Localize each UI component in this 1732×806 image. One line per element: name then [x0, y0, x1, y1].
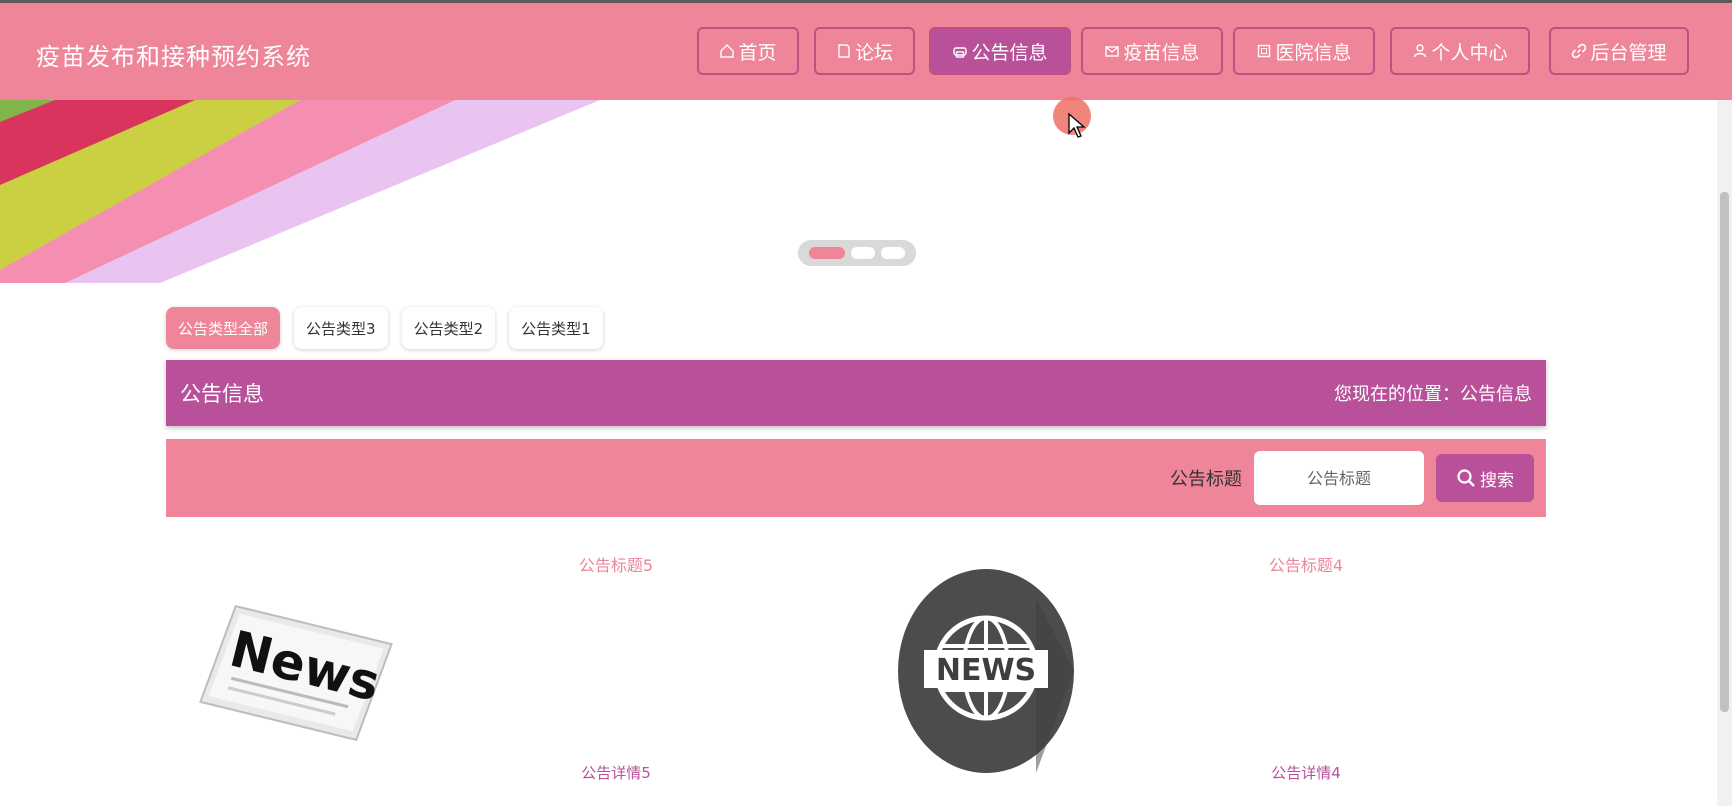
- tab-all-types[interactable]: 公告类型全部: [166, 307, 281, 349]
- link-icon: [1571, 43, 1587, 59]
- page-scrollbar[interactable]: [1717, 100, 1732, 806]
- notice-title[interactable]: 公告标题4: [1126, 552, 1486, 576]
- document-icon: [836, 43, 852, 59]
- nav-home[interactable]: 首页: [697, 27, 799, 75]
- notice-detail-link[interactable]: 公告详情5: [436, 762, 796, 783]
- breadcrumb-current: 公告信息: [1460, 384, 1532, 405]
- category-tabs: 公告类型全部 公告类型3 公告类型2 公告类型1: [166, 307, 603, 349]
- nav-hospitals-label: 医院信息: [1275, 41, 1352, 64]
- nav-vaccines-label: 疫苗信息: [1123, 41, 1200, 64]
- search-bar: 公告标题 搜索: [166, 439, 1546, 517]
- nav-forum-label: 论坛: [854, 41, 893, 64]
- nav-profile[interactable]: 个人中心: [1390, 27, 1530, 75]
- nav-admin[interactable]: 后台管理: [1549, 27, 1689, 75]
- user-icon: [1412, 43, 1428, 59]
- page-title: 公告信息: [180, 382, 264, 406]
- breadcrumb: 您现在的位置： 公告信息: [1334, 380, 1532, 406]
- home-icon: [719, 43, 735, 59]
- notice-card[interactable]: News 公告标题5 公告详情5: [166, 540, 806, 806]
- nav-forum[interactable]: 论坛: [814, 27, 915, 75]
- search-label: 公告标题: [1170, 469, 1242, 490]
- carousel-dot-3[interactable]: [881, 247, 905, 259]
- news-globe-image: NEWS: [898, 569, 1074, 773]
- nav-notices[interactable]: 公告信息: [929, 27, 1071, 75]
- building-icon: [1256, 43, 1272, 59]
- svg-text:NEWS: NEWS: [936, 653, 1036, 688]
- top-header: 疫苗发布和接种预约系统 首页 论坛 公告信息 疫苗信息 医院信息 个人中心 后台…: [0, 0, 1732, 100]
- tab-type-2[interactable]: 公告类型2: [401, 307, 496, 349]
- notice-title[interactable]: 公告标题5: [436, 552, 796, 576]
- nav-hospitals[interactable]: 医院信息: [1233, 27, 1375, 75]
- search-input[interactable]: [1254, 451, 1424, 505]
- carousel-dot-1[interactable]: [809, 247, 845, 259]
- site-title: 疫苗发布和接种预约系统: [36, 43, 311, 71]
- notice-detail-link[interactable]: 公告详情4: [1126, 762, 1486, 783]
- nav-vaccines[interactable]: 疫苗信息: [1081, 27, 1223, 75]
- tab-type-1[interactable]: 公告类型1: [509, 307, 603, 349]
- notice-card[interactable]: NEWS 公告标题4 公告详情4: [856, 540, 1496, 806]
- mouse-cursor-icon: [1068, 113, 1086, 138]
- section-title-bar: 公告信息 您现在的位置： 公告信息: [166, 360, 1546, 426]
- newspaper-image: News: [199, 604, 393, 742]
- search-icon: [1457, 469, 1475, 487]
- tab-type-3[interactable]: 公告类型3: [294, 307, 388, 349]
- mail-icon: [1104, 43, 1120, 59]
- carousel-indicators: [798, 240, 916, 266]
- search-button[interactable]: 搜索: [1436, 454, 1534, 502]
- scrollbar-thumb[interactable]: [1720, 192, 1729, 712]
- nav-notices-label: 公告信息: [971, 41, 1048, 64]
- search-button-label: 搜索: [1480, 470, 1514, 491]
- breadcrumb-label: 您现在的位置：: [1334, 384, 1460, 405]
- nav-home-label: 首页: [738, 41, 777, 64]
- carousel-dot-2[interactable]: [851, 247, 875, 259]
- nav-profile-label: 个人中心: [1431, 41, 1508, 64]
- printer-icon: [952, 43, 968, 59]
- nav-admin-label: 后台管理: [1590, 41, 1667, 64]
